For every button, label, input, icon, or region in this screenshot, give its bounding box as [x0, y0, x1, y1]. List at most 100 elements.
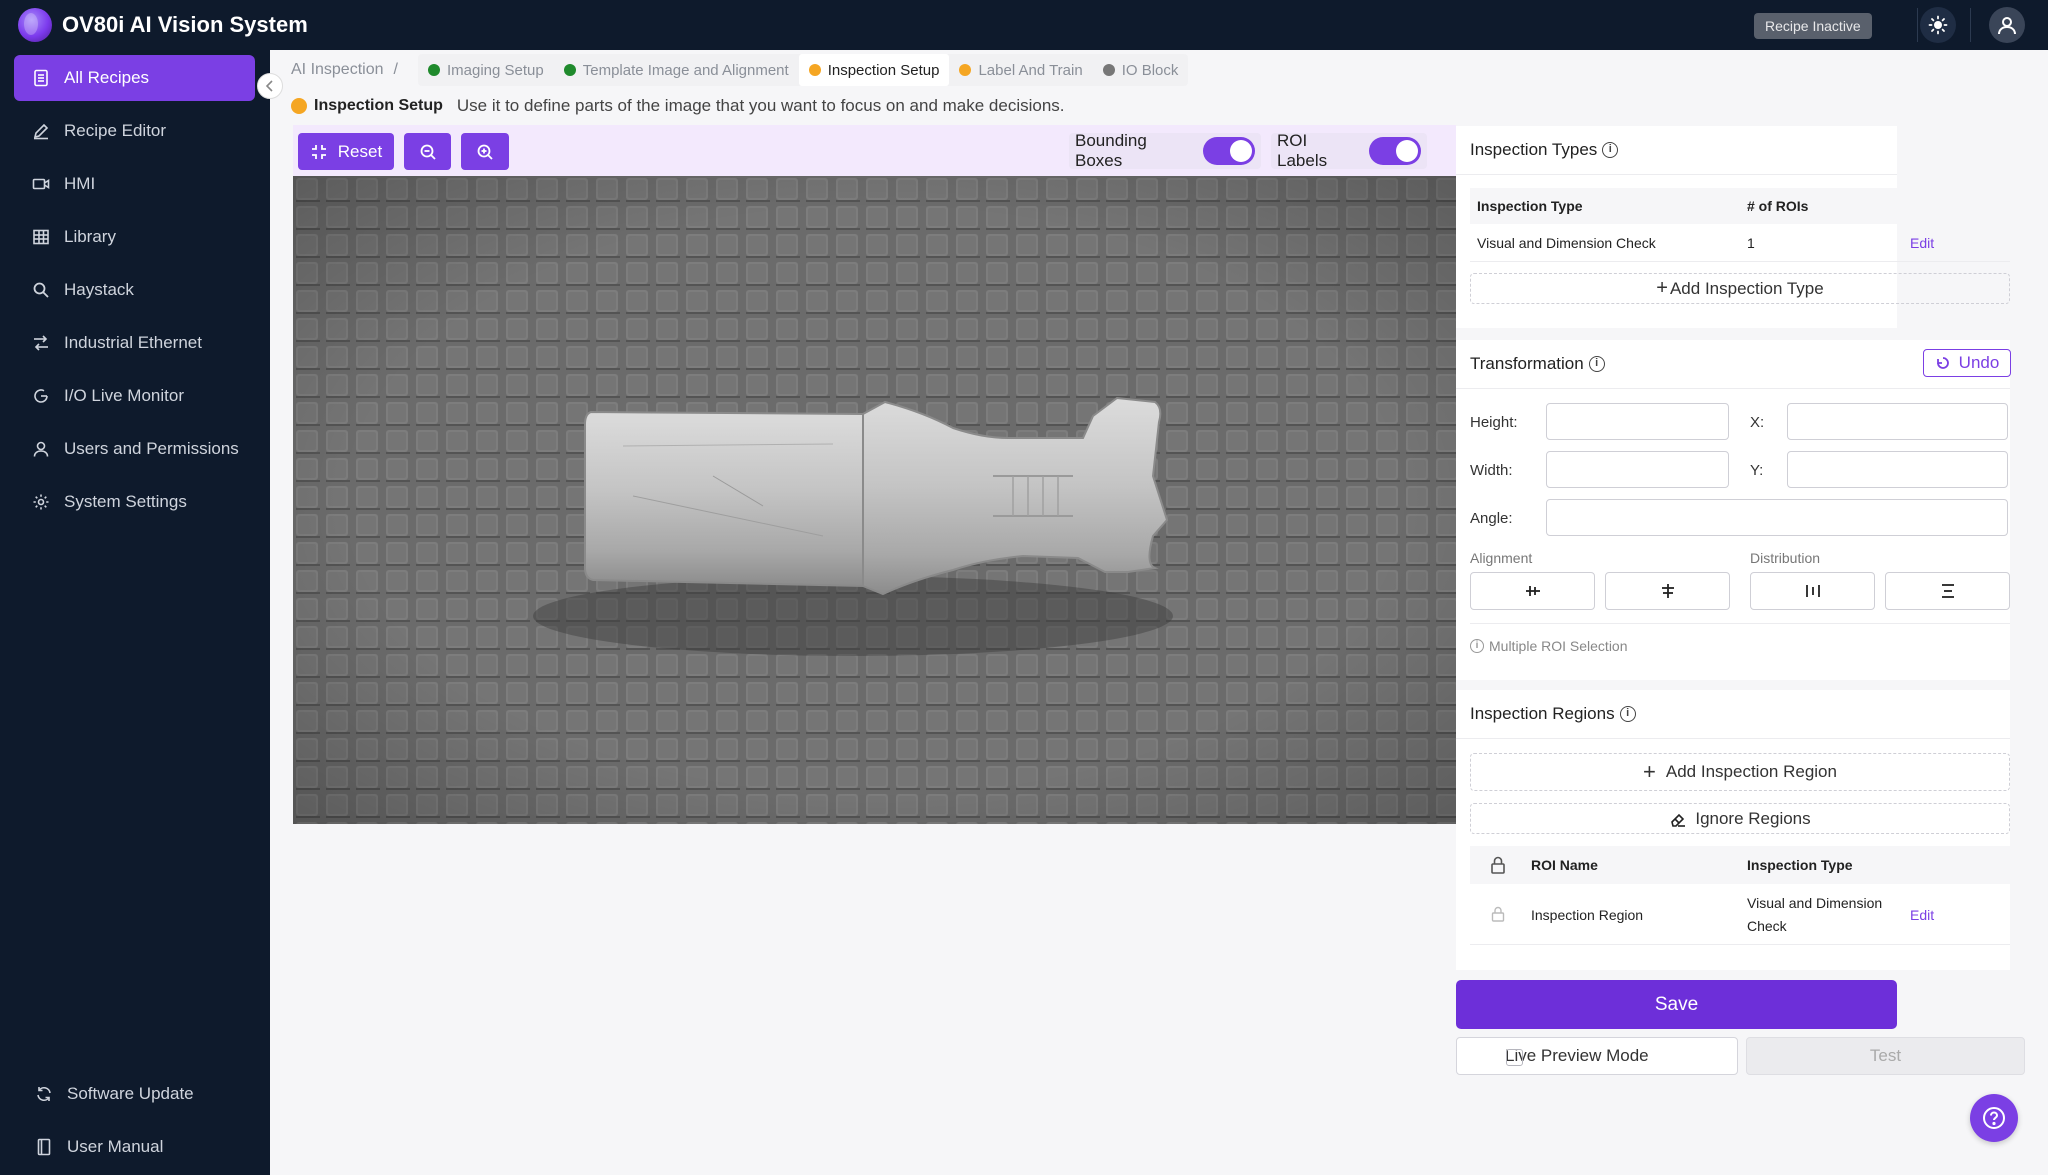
distribute-vertical-icon — [1941, 584, 1954, 598]
plus-icon: + — [1656, 277, 1668, 299]
sun-icon — [1928, 15, 1948, 35]
sidebar-item-label: I/O Live Monitor — [64, 386, 184, 405]
breadcrumb-root[interactable]: AI Inspection — [291, 61, 384, 79]
roi-count: 1 — [1747, 235, 1755, 251]
sidebar-item-haystack[interactable]: Haystack — [14, 267, 255, 313]
sidebar: All Recipes Recipe Editor HMI Library Ha… — [0, 50, 270, 1175]
width-input[interactable] — [1546, 451, 1729, 488]
chevron-left-icon — [265, 80, 273, 92]
add-inspection-type-label: Add Inspection Type — [1669, 278, 1824, 298]
sidebar-item-io-live-monitor[interactable]: I/O Live Monitor — [14, 373, 255, 419]
inspection-regions-title-text: Inspection Regions — [1470, 704, 1615, 723]
edit-inspection-type-link[interactable]: Edit — [1910, 235, 1934, 251]
multiple-roi-selection-label: Multiple ROI Selection — [1489, 638, 1628, 654]
align-vertical-center-button[interactable] — [1605, 572, 1730, 610]
ignore-regions-label: Ignore Regions — [1695, 808, 1811, 828]
height-input[interactable] — [1546, 403, 1729, 440]
sidebar-item-hmi[interactable]: HMI — [14, 161, 255, 207]
sidebar-item-all-recipes[interactable]: All Recipes — [14, 55, 255, 101]
tab-label-and-train[interactable]: Label And Train — [949, 54, 1092, 86]
multiple-roi-selection-hint: i Multiple ROI Selection — [1470, 638, 1628, 654]
distribute-vertical-button[interactable] — [1885, 572, 2010, 610]
live-preview-mode-toggle[interactable]: Live Preview Mode — [1456, 1037, 1738, 1075]
inspection-image-canvas[interactable] — [293, 176, 1456, 824]
distribute-horizontal-icon — [1805, 585, 1820, 597]
app-title: OV80i AI Vision System — [62, 12, 308, 37]
sidebar-item-industrial-ethernet[interactable]: Industrial Ethernet — [14, 320, 255, 366]
info-icon[interactable]: i — [1602, 142, 1619, 158]
align-horizontal-center-button[interactable] — [1470, 572, 1595, 610]
sidebar-item-user-manual[interactable]: User Manual — [14, 1124, 255, 1170]
roi-labels-label: ROI Labels — [1277, 131, 1328, 170]
status-dot-icon — [808, 64, 821, 76]
zoom-out-button[interactable] — [404, 133, 451, 170]
add-inspection-region-button[interactable]: + Add Inspection Region — [1470, 753, 2010, 791]
user-icon — [1998, 17, 2016, 35]
sidebar-item-system-settings[interactable]: System Settings — [14, 479, 255, 525]
angle-input[interactable] — [1546, 499, 2008, 536]
user-menu-button[interactable] — [1989, 7, 2025, 43]
theme-toggle-button[interactable] — [1920, 7, 1956, 43]
alignment-label: Alignment — [1470, 550, 1533, 566]
undo-button[interactable]: Undo — [1923, 349, 2011, 377]
tab-label: Label And Train — [978, 61, 1083, 79]
add-inspection-type-button[interactable]: + Add Inspection Type — [1470, 273, 2010, 304]
divider — [1456, 174, 1897, 175]
live-preview-checkbox[interactable] — [1506, 1049, 1523, 1066]
sidebar-item-users-and-permissions[interactable]: Users and Permissions — [14, 426, 255, 472]
inspection-image — [293, 176, 1456, 824]
help-button[interactable] — [1970, 1094, 2018, 1142]
table-row: Visual and Dimension Check 1 Edit — [1470, 224, 2010, 262]
column-header: Inspection Type — [1477, 198, 1583, 214]
tab-io-block[interactable]: IO Block — [1093, 54, 1189, 86]
tab-inspection-setup[interactable]: Inspection Setup — [798, 54, 950, 86]
width-label: Width: — [1470, 462, 1513, 479]
sidebar-item-recipe-editor[interactable]: Recipe Editor — [14, 108, 255, 154]
inspection-type-name: Visual and Dimension Check — [1477, 235, 1656, 251]
align-horizontal-center-icon — [1525, 586, 1540, 596]
undo-label: Undo — [1958, 353, 2000, 372]
image-toolbar: Reset Bounding Boxes ROI Labels — [293, 125, 1456, 176]
sidebar-item-label: Library — [64, 227, 116, 246]
roi-name: Inspection Region — [1531, 907, 1644, 923]
inspection-types-title-text: Inspection Types — [1470, 140, 1598, 159]
help-icon — [1983, 1107, 2005, 1129]
unlock-icon[interactable] — [1491, 906, 1505, 922]
save-button[interactable]: Save — [1456, 980, 1897, 1029]
lock-icon[interactable] — [1490, 856, 1506, 874]
test-button[interactable]: Test — [1746, 1037, 2025, 1075]
reset-button[interactable]: Reset — [298, 133, 394, 170]
divider — [1456, 388, 2010, 389]
roi-labels-switch[interactable] — [1369, 137, 1421, 165]
main-content: AI Inspection / Imaging Setup Template I… — [270, 50, 2048, 1175]
roi-labels-toggle-group: ROI Labels — [1271, 131, 1427, 170]
tab-imaging-setup[interactable]: Imaging Setup — [418, 54, 554, 86]
divider — [1456, 738, 2010, 739]
info-icon[interactable]: i — [1619, 706, 1636, 722]
info-icon[interactable]: i — [1588, 356, 1605, 372]
tab-template-image-and-alignment[interactable]: Template Image and Alignment — [554, 54, 799, 86]
ignore-regions-button[interactable]: Ignore Regions — [1470, 803, 2010, 834]
column-header: Inspection Type — [1747, 857, 1853, 873]
zoom-in-button[interactable] — [461, 133, 509, 170]
sidebar-item-software-update[interactable]: Software Update — [14, 1071, 255, 1117]
height-label: Height: — [1470, 414, 1518, 431]
sidebar-item-label: HMI — [64, 174, 96, 193]
sidebar-item-label: System Settings — [64, 492, 187, 511]
sidebar-item-label: Software Update — [67, 1084, 194, 1103]
roi-inspection-type-line1: Visual and Dimension — [1747, 895, 1883, 911]
sidebar-item-label: Users and Permissions — [64, 439, 239, 458]
divider — [1470, 623, 2010, 624]
bounding-boxes-label: Bounding Boxes — [1075, 131, 1147, 170]
zoom-out-icon — [420, 144, 436, 160]
tab-label: Template Image and Alignment — [582, 61, 789, 79]
tab-label: Inspection Setup — [827, 61, 940, 79]
distribute-horizontal-button[interactable] — [1750, 572, 1875, 610]
undo-icon — [1936, 357, 1949, 369]
bounding-boxes-switch[interactable] — [1203, 137, 1255, 165]
sidebar-item-library[interactable]: Library — [14, 214, 255, 260]
y-input[interactable] — [1787, 451, 2008, 488]
sidebar-collapse-button[interactable] — [257, 73, 283, 99]
edit-inspection-region-link[interactable]: Edit — [1910, 907, 1934, 923]
x-input[interactable] — [1787, 403, 2008, 440]
